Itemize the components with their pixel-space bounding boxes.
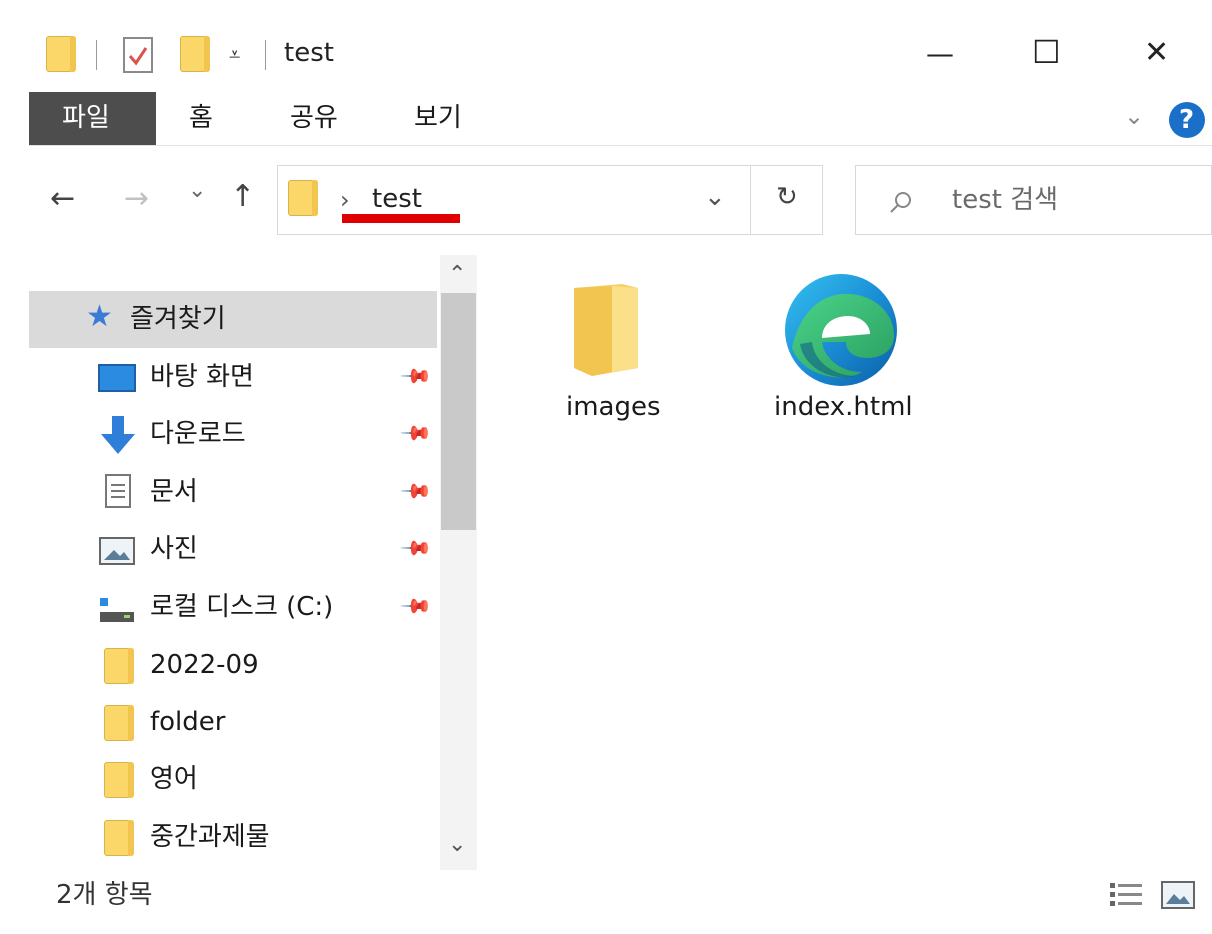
pin-icon[interactable]: 📌 xyxy=(399,589,434,624)
help-icon-glyph: ? xyxy=(1179,105,1195,135)
search-input[interactable]: test 검색 xyxy=(952,187,1058,213)
up-button[interactable]: ↑ xyxy=(230,182,255,212)
search-icon xyxy=(890,192,911,213)
tab-file[interactable]: 파일 xyxy=(29,92,156,145)
help-icon[interactable]: ? xyxy=(1169,102,1205,138)
folder-icon xyxy=(104,648,134,684)
file-name-index-html[interactable]: index.html xyxy=(774,394,913,420)
sidebar-item-english[interactable]: 영어 xyxy=(150,766,198,792)
star-icon: ★ xyxy=(86,299,113,334)
folder-icon xyxy=(104,820,134,856)
drive-icon xyxy=(100,598,134,622)
close-button[interactable]: ✕ xyxy=(1144,38,1169,68)
ribbon-divider xyxy=(29,145,1212,146)
tab-view[interactable]: 보기 xyxy=(414,105,462,131)
customize-toolbar-icon[interactable]: ⩡ xyxy=(229,44,240,64)
maximize-button[interactable]: ☐ xyxy=(1032,36,1061,68)
folder-icon xyxy=(104,762,134,798)
pin-icon[interactable]: 📌 xyxy=(399,531,434,566)
sidebar-item-2022-09[interactable]: 2022-09 xyxy=(150,652,259,678)
pin-icon[interactable]: 📌 xyxy=(399,474,434,509)
tab-share[interactable]: 공유 xyxy=(290,105,338,131)
sidebar-item-downloads[interactable]: 다운로드 xyxy=(150,421,246,447)
path-underline xyxy=(342,214,460,223)
status-item-count: 2개 항목 xyxy=(56,880,153,910)
folder-icon xyxy=(104,705,134,741)
forward-button[interactable]: → xyxy=(124,184,149,214)
sidebar-item-folder[interactable]: folder xyxy=(150,709,225,735)
recent-locations-button[interactable]: ⌄ xyxy=(188,180,206,202)
file-name-images[interactable]: images xyxy=(566,394,661,420)
sidebar-favorites-label: 즐겨찾기 xyxy=(130,304,226,334)
pictures-icon xyxy=(99,537,135,565)
quick-access-folder-icon[interactable] xyxy=(46,36,76,72)
address-divider xyxy=(750,166,751,234)
window-title: test xyxy=(284,38,334,68)
address-chevron-icon[interactable]: › xyxy=(340,188,350,212)
large-icons-view-icon[interactable] xyxy=(1160,880,1196,910)
details-view-icon[interactable] xyxy=(1108,880,1144,910)
address-folder-icon xyxy=(288,180,318,216)
sidebar-item-desktop[interactable]: 바탕 화면 xyxy=(150,364,254,390)
tab-home[interactable]: 홈 xyxy=(189,105,213,131)
tab-file-label: 파일 xyxy=(62,103,110,133)
scroll-up-icon[interactable]: ⌃ xyxy=(448,264,466,286)
title-separator xyxy=(265,40,266,70)
sidebar-item-midterm[interactable]: 중간과제물 xyxy=(150,824,270,850)
scroll-down-icon[interactable]: ⌄ xyxy=(448,834,466,856)
pin-icon[interactable]: 📌 xyxy=(399,359,434,394)
edge-icon[interactable] xyxy=(782,272,900,388)
sidebar-item-local-disk[interactable]: 로컬 디스크 (C:) xyxy=(150,594,333,620)
sidebar-scrollbar-thumb[interactable] xyxy=(441,293,476,530)
ribbon-expand-icon[interactable]: ⌄ xyxy=(1124,104,1144,128)
sidebar-item-pictures[interactable]: 사진 xyxy=(150,536,198,562)
download-icon xyxy=(101,416,135,454)
address-bar[interactable] xyxy=(277,165,823,235)
new-folder-icon[interactable] xyxy=(180,36,210,72)
refresh-button[interactable]: ↻ xyxy=(776,184,798,210)
properties-icon[interactable] xyxy=(122,36,154,74)
pin-icon[interactable]: 📌 xyxy=(399,416,434,451)
search-box[interactable]: test 검색 xyxy=(855,165,1212,235)
sidebar-item-documents[interactable]: 문서 xyxy=(150,479,198,505)
document-icon xyxy=(105,474,131,508)
desktop-icon xyxy=(98,364,136,392)
images-folder-icon[interactable] xyxy=(572,282,640,378)
address-dropdown-icon[interactable]: ⌄ xyxy=(704,184,726,210)
back-button[interactable]: ← xyxy=(50,184,75,214)
address-path[interactable]: test xyxy=(372,186,422,212)
minimize-button[interactable]: — xyxy=(926,40,954,68)
title-separator xyxy=(96,40,97,70)
